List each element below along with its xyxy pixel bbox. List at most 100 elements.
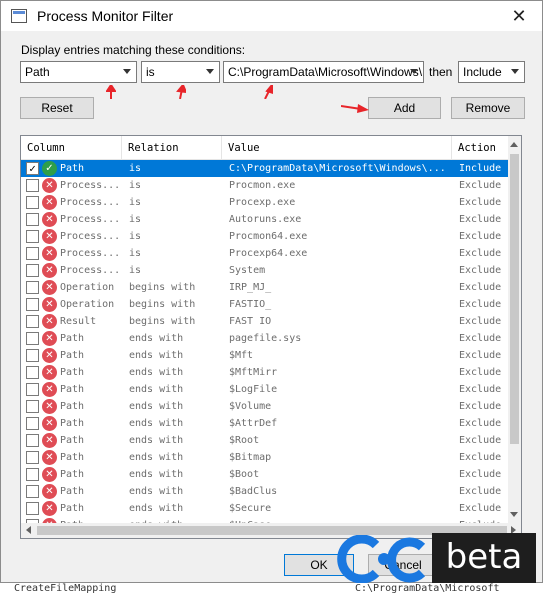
table-row[interactable]: ✕ Operation begins with FASTIO_ Exclude xyxy=(21,296,509,313)
row-value: $Mft xyxy=(229,350,254,361)
table-row[interactable]: ✓ ✓ Path is C:\ProgramData\Microsoft\Windows… xyxy=(21,160,509,177)
row-relation: ends with xyxy=(129,435,184,446)
row-action: Exclude xyxy=(459,469,502,480)
chevron-down-icon xyxy=(410,69,418,74)
column-header-action[interactable]: Action xyxy=(452,136,509,160)
close-button[interactable]: ✕ xyxy=(496,1,542,31)
row-column: Path xyxy=(60,503,85,514)
table-row[interactable]: ✕ Path ends with $Mft Exclude xyxy=(21,347,509,364)
row-checkbox[interactable] xyxy=(26,417,39,430)
row-action: Exclude xyxy=(459,231,502,242)
row-value: Procmon.exe xyxy=(229,180,296,191)
row-column: Process... xyxy=(60,231,121,242)
table-row[interactable]: ✕ Path ends with $BadClus Exclude xyxy=(21,483,509,500)
red-x-icon: ✕ xyxy=(42,314,57,329)
row-checkbox[interactable] xyxy=(26,247,39,260)
window-icon xyxy=(11,9,27,23)
row-checkbox[interactable] xyxy=(26,502,39,515)
row-column: Path xyxy=(60,435,85,446)
scroll-left-icon[interactable] xyxy=(26,526,31,534)
red-x-icon: ✕ xyxy=(42,229,57,244)
row-checkbox[interactable] xyxy=(26,451,39,464)
action-combo[interactable]: Include xyxy=(458,61,525,83)
table-row[interactable]: ✕ Process... is Procexp64.exe Exclude xyxy=(21,245,509,262)
column-header-column[interactable]: Column xyxy=(21,136,122,160)
row-relation: is xyxy=(129,214,142,225)
table-row[interactable]: ✕ Process... is Procmon.exe Exclude xyxy=(21,177,509,194)
value-combo-value: C:\ProgramData\Microsoft\Windows\ xyxy=(228,65,423,79)
table-row[interactable]: ✕ Path ends with $Bitmap Exclude xyxy=(21,449,509,466)
chevron-down-icon xyxy=(511,69,519,74)
row-checkbox[interactable] xyxy=(26,179,39,192)
row-column: Path xyxy=(60,367,85,378)
annotation-arrow-icon xyxy=(264,85,273,99)
row-action: Exclude xyxy=(459,367,502,378)
row-checkbox[interactable] xyxy=(26,434,39,447)
scroll-up-icon[interactable] xyxy=(510,142,518,147)
row-action: Exclude xyxy=(459,350,502,361)
row-checkbox[interactable] xyxy=(26,485,39,498)
row-checkbox[interactable] xyxy=(26,383,39,396)
table-row[interactable]: ✕ Process... is Procexp.exe Exclude xyxy=(21,194,509,211)
row-column: Path xyxy=(60,384,85,395)
red-x-icon: ✕ xyxy=(42,348,57,363)
table-row[interactable]: ✕ Path ends with $MftMirr Exclude xyxy=(21,364,509,381)
row-relation: is xyxy=(129,265,142,276)
row-checkbox[interactable] xyxy=(26,315,39,328)
scroll-down-icon[interactable] xyxy=(510,512,518,517)
row-checkbox[interactable] xyxy=(26,366,39,379)
annotation-arrow-icon xyxy=(176,85,186,99)
table-row[interactable]: ✕ Path ends with $Root Exclude xyxy=(21,432,509,449)
row-action: Exclude xyxy=(459,486,502,497)
row-relation: ends with xyxy=(129,503,184,514)
title-bar: Process Monitor Filter ✕ xyxy=(1,1,542,31)
table-row[interactable]: ✕ Process... is System Exclude xyxy=(21,262,509,279)
table-row[interactable]: ✕ Process... is Procmon64.exe Exclude xyxy=(21,228,509,245)
column-header-relation[interactable]: Relation xyxy=(122,136,222,160)
table-row[interactable]: ✕ Path ends with $Volume Exclude xyxy=(21,398,509,415)
row-checkbox[interactable]: ✓ xyxy=(26,162,39,175)
table-row[interactable]: ✕ Process... is Autoruns.exe Exclude xyxy=(21,211,509,228)
row-relation: ends with xyxy=(129,452,184,463)
row-value: Autoruns.exe xyxy=(229,214,302,225)
filter-list[interactable]: Column Relation Value Action ✓ ✓ Path is C:\… xyxy=(20,135,522,539)
column-combo[interactable]: Path xyxy=(20,61,137,83)
row-checkbox[interactable] xyxy=(26,264,39,277)
value-combo[interactable]: C:\ProgramData\Microsoft\Windows\ xyxy=(223,61,424,83)
row-value: $MftMirr xyxy=(229,367,278,378)
row-action: Exclude xyxy=(459,316,502,327)
table-row[interactable]: ✕ Path ends with pagefile.sys Exclude xyxy=(21,330,509,347)
table-row[interactable]: ✕ Path ends with $Boot Exclude xyxy=(21,466,509,483)
row-checkbox[interactable] xyxy=(26,213,39,226)
column-header-value[interactable]: Value xyxy=(222,136,452,160)
red-x-icon: ✕ xyxy=(42,467,57,482)
row-checkbox[interactable] xyxy=(26,230,39,243)
table-row[interactable]: ✕ Path ends with $AttrDef Exclude xyxy=(21,415,509,432)
table-row[interactable]: ✕ Path ends with $Secure Exclude xyxy=(21,500,509,517)
relation-combo[interactable]: is xyxy=(141,61,220,83)
red-x-icon: ✕ xyxy=(42,433,57,448)
row-checkbox[interactable] xyxy=(26,298,39,311)
row-checkbox[interactable] xyxy=(26,400,39,413)
table-row[interactable]: ✕ Result begins with FAST IO Exclude xyxy=(21,313,509,330)
row-checkbox[interactable] xyxy=(26,468,39,481)
remove-button[interactable]: Remove xyxy=(451,97,525,119)
reset-button[interactable]: Reset xyxy=(20,97,94,119)
row-checkbox[interactable] xyxy=(26,196,39,209)
vertical-scroll-thumb[interactable] xyxy=(510,154,519,444)
row-checkbox[interactable] xyxy=(26,332,39,345)
row-action: Exclude xyxy=(459,333,502,344)
add-button[interactable]: Add xyxy=(368,97,441,119)
red-x-icon: ✕ xyxy=(42,178,57,193)
red-x-icon: ✕ xyxy=(42,450,57,465)
vertical-scrollbar[interactable] xyxy=(508,136,521,524)
table-row[interactable]: ✕ Operation begins with IRP_MJ_ Exclude xyxy=(21,279,509,296)
red-x-icon: ✕ xyxy=(42,382,57,397)
row-action: Exclude xyxy=(459,418,502,429)
table-row[interactable]: ✕ Path ends with $LogFile Exclude xyxy=(21,381,509,398)
red-x-icon: ✕ xyxy=(42,280,57,295)
row-checkbox[interactable] xyxy=(26,349,39,362)
row-checkbox[interactable] xyxy=(26,281,39,294)
row-value: FASTIO_ xyxy=(229,299,272,310)
red-x-icon: ✕ xyxy=(42,246,57,261)
